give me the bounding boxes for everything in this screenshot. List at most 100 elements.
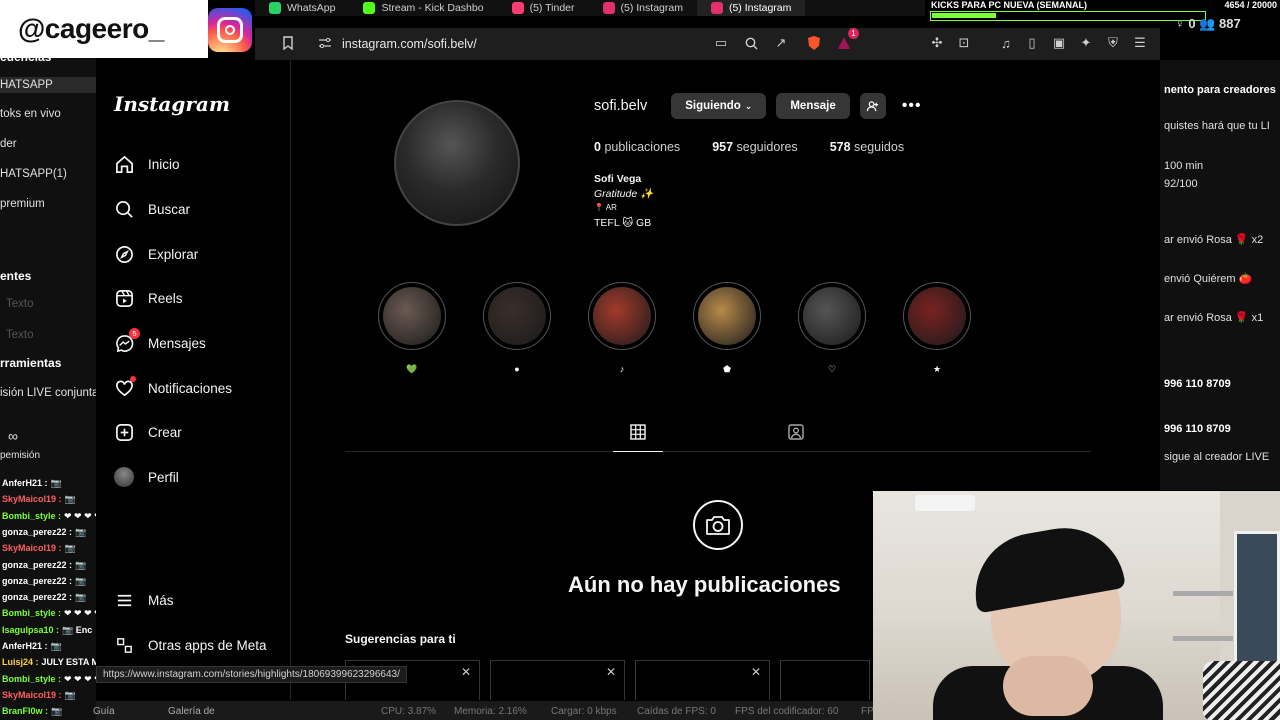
highlight-label: ♪ bbox=[619, 364, 625, 374]
nav-inicio[interactable]: Inicio bbox=[114, 152, 180, 176]
nav-perfil[interactable]: Perfil bbox=[114, 465, 179, 489]
profile-avatar[interactable] bbox=[394, 100, 520, 226]
chat-username: Isagulpsa10 : bbox=[2, 624, 60, 635]
vpn-shield-icon[interactable]: ⛨ bbox=[1104, 34, 1122, 52]
goal-title: KICKS PARA PC NUEVA (SEMANAL) bbox=[931, 0, 1088, 10]
chat-text: 📷 bbox=[50, 641, 62, 651]
grid-icon bbox=[630, 424, 646, 445]
add-user-icon[interactable] bbox=[859, 93, 886, 119]
highlight-item[interactable]: ♡ bbox=[798, 282, 866, 376]
suggestion-card[interactable]: ✕ bbox=[490, 660, 625, 700]
highlight-item[interactable]: ● bbox=[483, 282, 551, 376]
guide-label[interactable]: Guía bbox=[93, 706, 115, 717]
followers-stat[interactable]: 957 seguidores bbox=[712, 140, 798, 154]
profile-username: sofi.belv bbox=[594, 98, 648, 114]
highlight-item[interactable]: 💚 bbox=[378, 282, 446, 376]
highlight-item[interactable]: ♪ bbox=[588, 282, 656, 376]
screenshot-icon[interactable]: ⊡ bbox=[955, 34, 973, 52]
nav-reels[interactable]: Reels bbox=[114, 286, 183, 310]
chat-message: Isagulpsa10 : 📷 Enc bbox=[2, 625, 92, 636]
highlight-label: ♡ bbox=[827, 364, 837, 374]
nav-crear[interactable]: Crear bbox=[114, 420, 182, 444]
nav-meta-apps[interactable]: Otras apps de Meta bbox=[114, 633, 267, 657]
leo-ai-icon[interactable]: ✦ bbox=[1077, 34, 1095, 52]
scene-item[interactable]: der bbox=[0, 138, 17, 150]
chat-text: 📷 bbox=[75, 575, 87, 586]
close-icon[interactable]: ✕ bbox=[606, 665, 616, 679]
brave-shield-icon[interactable] bbox=[805, 34, 823, 52]
sources-header: entes bbox=[0, 269, 32, 283]
tab-tagged[interactable] bbox=[771, 424, 821, 452]
zoom-icon[interactable] bbox=[742, 34, 760, 52]
browser-tab[interactable]: WhatsApp bbox=[255, 0, 349, 16]
more-options-icon[interactable]: ••• bbox=[902, 97, 922, 115]
browser-tab[interactable]: (5) Instagram bbox=[696, 0, 806, 16]
highlight-item[interactable]: ⬟ bbox=[693, 282, 761, 376]
browser-toolbar: instagram.com/sofi.belv/ ▭ ↗ 1 ✣ ⊡ ♫ ▯ ▣… bbox=[255, 28, 1160, 60]
profile-avatar-icon bbox=[114, 467, 134, 487]
tool-item[interactable]: isión LIVE conjunta bbox=[0, 387, 96, 399]
scene-item[interactable]: premium bbox=[0, 198, 45, 210]
extensions-icon[interactable]: ✣ bbox=[928, 34, 946, 52]
event-line: sigue al creador LIVE bbox=[1164, 451, 1270, 463]
nav-explorar[interactable]: Explorar bbox=[114, 242, 198, 266]
browser-tab[interactable]: Stream - Kick Dashbo bbox=[349, 0, 497, 16]
scene-item[interactable]: HATSAPP bbox=[0, 77, 96, 93]
highlight-cover bbox=[588, 282, 656, 350]
brave-rewards-icon[interactable]: 1 bbox=[835, 28, 859, 52]
link-icon[interactable]: ∞ bbox=[8, 428, 18, 444]
heart-icon bbox=[114, 376, 136, 398]
cast-icon[interactable]: ▭ bbox=[712, 34, 730, 52]
close-icon[interactable]: ✕ bbox=[751, 665, 761, 679]
address-bar[interactable]: instagram.com/sofi.belv/ bbox=[310, 31, 890, 57]
music-icon[interactable]: ♫ bbox=[997, 34, 1015, 52]
share-icon[interactable]: ↗ bbox=[772, 34, 790, 52]
close-icon[interactable]: ✕ bbox=[461, 665, 471, 679]
chat-username: Bombi_style : bbox=[2, 608, 62, 619]
kick-icon bbox=[363, 2, 376, 14]
wallet-icon[interactable]: ▣ bbox=[1050, 34, 1068, 52]
tool-label: pemisión bbox=[0, 450, 41, 461]
following-button[interactable]: Siguiendo ⌄ bbox=[671, 93, 767, 119]
instagram-sidebar: Instagram Inicio Buscar Explorar Reels 5… bbox=[96, 60, 291, 700]
nav-mas[interactable]: Más bbox=[114, 588, 174, 612]
nav-label: Perfil bbox=[148, 469, 179, 485]
browser-tab[interactable]: (5) Instagram bbox=[589, 0, 697, 16]
scenes-header: cuencias bbox=[0, 58, 51, 64]
highlight-cover bbox=[798, 282, 866, 350]
highlight-label: ⬟ bbox=[723, 364, 731, 374]
sidebar-toggle-icon[interactable]: ▯ bbox=[1023, 34, 1041, 52]
chat-message: gonza_perez22 : 📷 bbox=[2, 576, 86, 587]
scene-item[interactable]: toks en vivo bbox=[0, 108, 61, 120]
message-button[interactable]: Mensaje bbox=[776, 93, 850, 119]
tab-label: (5) Instagram bbox=[620, 2, 683, 14]
highlight-cover bbox=[378, 282, 446, 350]
chat-text: JULY ESTA MEJOR bbox=[41, 657, 96, 668]
nav-mensajes[interactable]: 5 Mensajes bbox=[114, 328, 206, 355]
tools-header: rramientas bbox=[0, 356, 62, 370]
nav-notificaciones[interactable]: Notificaciones bbox=[114, 376, 232, 400]
tab-posts[interactable] bbox=[613, 424, 663, 452]
suggestion-card[interactable] bbox=[780, 660, 870, 700]
site-settings-icon[interactable] bbox=[318, 37, 332, 52]
tab-label: WhatsApp bbox=[287, 2, 336, 14]
browser-tab[interactable]: (5) Tinder bbox=[498, 0, 589, 16]
instagram-icon bbox=[602, 2, 615, 14]
scene-item[interactable]: HATSAPP(1) bbox=[0, 168, 67, 180]
obs-events-panel: nento para creadores quistes hará que tu … bbox=[1160, 60, 1280, 490]
bookmark-icon[interactable] bbox=[279, 34, 297, 52]
menu-icon[interactable]: ☰ bbox=[1131, 34, 1149, 52]
gallery-label[interactable]: Galería de bbox=[168, 706, 215, 717]
viewer-stats: ♀ 0 👥 887 bbox=[1175, 16, 1241, 31]
nav-label: Notificaciones bbox=[148, 380, 233, 396]
nav-buscar[interactable]: Buscar bbox=[114, 197, 190, 221]
suggestion-card[interactable]: ✕ bbox=[635, 660, 770, 700]
source-item[interactable]: Texto bbox=[6, 298, 34, 310]
instagram-wordmark[interactable]: Instagram bbox=[114, 92, 230, 116]
chat-text: 📷 bbox=[64, 689, 76, 700]
source-item[interactable]: Texto bbox=[6, 329, 34, 341]
full-name: Sofi Vega bbox=[594, 173, 642, 185]
following-stat[interactable]: 578 seguidos bbox=[830, 140, 904, 154]
highlight-item[interactable]: ★ bbox=[903, 282, 971, 376]
nav-label: Explorar bbox=[148, 246, 199, 262]
